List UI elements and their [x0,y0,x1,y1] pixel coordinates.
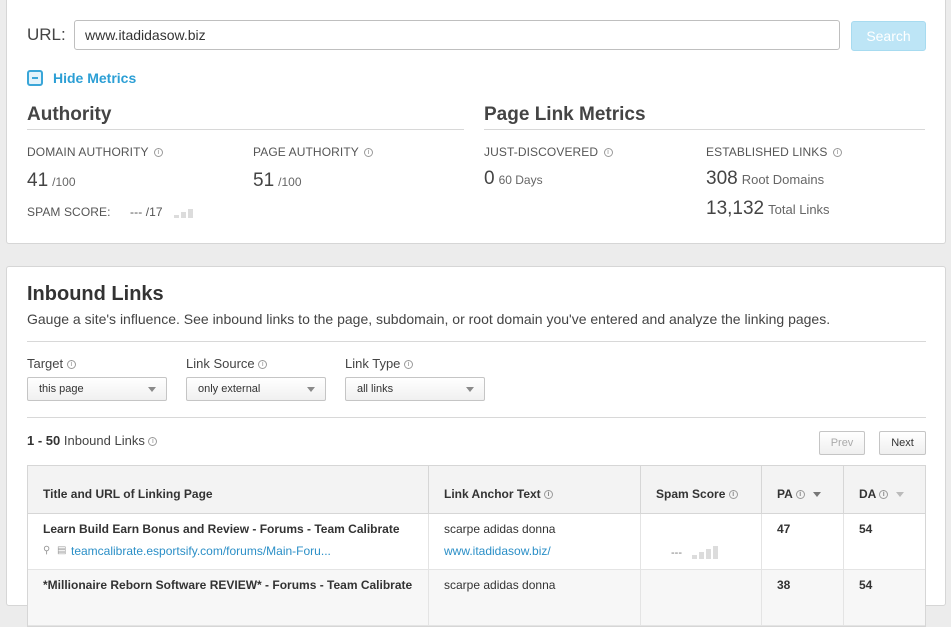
target-label: Target i [27,356,76,371]
da-cell: 54 [859,578,873,592]
prev-button[interactable]: Prev [819,431,865,455]
page-link-metrics-divider [484,129,925,130]
spam-score-label: SPAM SCORE: [27,205,111,219]
domain-authority-value: 41/100 [27,170,76,191]
inbound-links-panel: Inbound Links Gauge a site's influence. … [6,266,946,627]
page-authority-label: PAGE AUTHORITY i [253,145,374,159]
anchor-cell: scarpe adidas donna [429,570,641,625]
chevron-down-icon [466,387,474,392]
url-input[interactable] [74,20,840,50]
info-icon[interactable]: i [404,360,414,370]
info-icon[interactable]: i [544,490,554,500]
root-domains-value: 308 Root Domains [706,168,825,189]
count-divider [27,417,926,418]
linking-page-title: Learn Build Earn Bonus and Review - Foru… [43,522,400,536]
anchor-url[interactable]: www.itadidasow.biz/ [444,544,640,558]
sort-icon [896,492,905,498]
anchor-cell: scarpe adidas donna www.itadidasow.biz/ [429,514,641,569]
column-pa[interactable]: PA i [762,466,844,513]
pa-cell: 47 [762,514,844,569]
table-header: Title and URL of Linking Page Link Ancho… [28,466,925,514]
anchor-text: scarpe adidas donna [444,522,556,536]
table-row: *Millionaire Reborn Software REVIEW* - F… [28,570,925,626]
inbound-links-title: Inbound Links [27,283,164,305]
inbound-count: 1 - 50 Inbound Links i [27,433,158,448]
spam-cell: --- [641,514,762,569]
url-label: URL: [27,25,66,44]
chevron-down-icon [307,387,315,392]
info-icon[interactable]: i [153,148,163,158]
spam-cell [641,570,762,625]
column-anchor[interactable]: Link Anchor Text i [429,466,641,513]
info-icon[interactable]: i [603,148,613,158]
column-title-url[interactable]: Title and URL of Linking Page [28,466,429,513]
info-icon[interactable]: i [258,360,268,370]
spam-bars-icon [174,207,200,219]
info-icon[interactable]: i [148,437,158,447]
page-icon[interactable]: ▤ [57,546,67,556]
spam-bars-icon [692,546,722,559]
metrics-panel: URL: Search Hide Metrics Authority DOMAI… [6,0,946,244]
authority-title: Authority [27,104,112,125]
inbound-links-description: Gauge a site's influence. See inbound li… [27,311,831,327]
search-icon[interactable]: ⚲ [43,546,53,556]
collapse-icon [27,70,43,86]
hide-metrics-label: Hide Metrics [53,70,137,86]
table-row: Learn Build Earn Bonus and Review - Foru… [28,514,925,570]
hide-metrics-toggle[interactable]: Hide Metrics [27,70,136,86]
column-da[interactable]: DA i [844,466,925,513]
filters-divider [27,341,926,342]
linking-page-url[interactable]: teamcalibrate.esportsify.com/forums/Main… [71,544,331,558]
link-source-select[interactable]: only external [186,377,326,401]
next-button[interactable]: Next [879,431,926,455]
link-type-select[interactable]: all links [345,377,485,401]
domain-authority-label: DOMAIN AUTHORITY i [27,145,163,159]
authority-divider [27,129,464,130]
chevron-down-icon [148,387,156,392]
page-link-metrics-title: Page Link Metrics [484,104,646,125]
established-links-label: ESTABLISHED LINKS i [706,145,842,159]
info-icon[interactable]: i [795,490,805,500]
total-links-value: 13,132 Total Links [706,198,830,219]
anchor-text: scarpe adidas donna [444,578,556,592]
target-select[interactable]: this page [27,377,167,401]
info-icon[interactable]: i [832,148,842,158]
title-url-cell: *Millionaire Reborn Software REVIEW* - F… [28,570,429,625]
link-source-label: Link Source i [186,356,268,371]
just-discovered-value: 0 60 Days [484,168,543,189]
inbound-links-table: Title and URL of Linking Page Link Ancho… [27,465,926,627]
pa-cell: 38 [762,570,844,625]
sort-icon [812,492,821,498]
spam-score-value: --- /17 [130,205,200,219]
linking-page-title: *Millionaire Reborn Software REVIEW* - F… [43,578,413,592]
info-icon[interactable]: i [728,490,738,500]
title-url-cell: Learn Build Earn Bonus and Review - Foru… [28,514,429,569]
page-authority-value: 51/100 [253,170,302,191]
search-button[interactable]: Search [851,21,926,51]
info-icon[interactable]: i [879,490,889,500]
column-spam[interactable]: Spam Score i [641,466,762,513]
link-type-label: Link Type i [345,356,414,371]
just-discovered-label: JUST-DISCOVERED i [484,145,613,159]
info-icon[interactable]: i [364,148,374,158]
info-icon[interactable]: i [66,360,76,370]
da-cell: 54 [859,522,873,536]
